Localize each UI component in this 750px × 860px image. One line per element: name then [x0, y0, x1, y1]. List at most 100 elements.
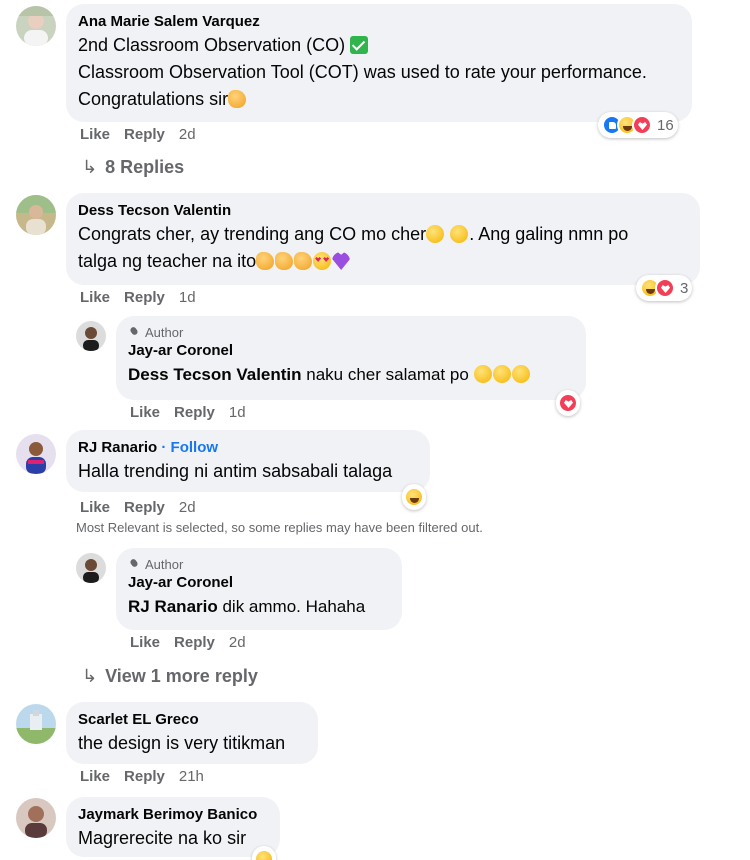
comment-actions: Like Reply 2d [80, 125, 210, 145]
reply-bubble: Author Jay-ar Coronel RJ Ranario dik amm… [116, 548, 402, 630]
comment-bubble: Dess Tecson Valentin Congrats cher, ay t… [66, 193, 700, 285]
comment-bubble: RJ Ranario · Follow Halla trending ni an… [66, 430, 430, 492]
purple-heart-emoji-icon [332, 252, 351, 270]
love-reaction-icon [632, 115, 652, 135]
clap-emoji-icon [228, 90, 247, 108]
like-button[interactable]: Like [80, 288, 110, 308]
clap-emoji-icon [294, 252, 313, 270]
reply-button[interactable]: Reply [124, 767, 165, 787]
author-badge-label: Author [145, 325, 184, 340]
author-badge-label: Author [145, 557, 184, 572]
reaction-summary[interactable]: 3 [636, 275, 693, 301]
check-icon [350, 36, 369, 54]
reply-time[interactable]: 2d [229, 633, 246, 653]
avatar-jayar[interactable] [76, 321, 106, 351]
reaction-count: 16 [657, 116, 674, 134]
author-mic-icon [128, 327, 140, 339]
comment-line: Congrats cher, ay trending ang CO mo che… [78, 224, 427, 244]
reply-button[interactable]: Reply [124, 498, 165, 518]
heart-eyes-emoji-icon [313, 252, 332, 270]
comment-actions: Like Reply 1d [80, 288, 210, 308]
clap-emoji-icon [275, 252, 294, 270]
haha-reaction-icon [404, 487, 424, 507]
grin-emoji-icon [426, 225, 445, 243]
reaction-summary[interactable] [556, 390, 580, 416]
grin-emoji-icon [473, 365, 492, 383]
avatar-jayar[interactable] [76, 553, 106, 583]
reply-button[interactable]: Reply [174, 403, 215, 423]
comment-author[interactable]: Ana Marie Salem Varquez [78, 12, 680, 32]
comment-text: Congratulations sir [78, 86, 680, 113]
comment-time[interactable]: 2d [179, 498, 196, 518]
comment-author[interactable]: Jaymark Berimoy Banico [78, 805, 268, 825]
comment-time[interactable]: 1d [179, 288, 196, 308]
reply-text: Dess Tecson Valentin naku cher salamat p… [128, 361, 574, 388]
comment-time[interactable]: 21h [179, 767, 204, 787]
like-button[interactable]: Like [80, 498, 110, 518]
avatar-dess[interactable] [16, 195, 56, 235]
like-button[interactable]: Like [80, 767, 110, 787]
comment-text: Halla trending ni antim sabsabali talaga [78, 461, 393, 481]
avatar-rj[interactable] [16, 434, 56, 474]
mention-tag[interactable]: Dess Tecson Valentin [128, 365, 302, 384]
reply-line: naku cher salamat po [301, 365, 474, 384]
haha-reaction-icon [254, 849, 274, 860]
mention-tag[interactable]: RJ Ranario [128, 597, 218, 616]
reaction-summary[interactable] [402, 484, 426, 510]
reply-text: RJ Ranario dik ammo. Hahaha [128, 593, 390, 620]
comment-actions: Like Reply 2d [80, 498, 210, 518]
follow-link[interactable]: · Follow [161, 439, 218, 456]
comment-bubble: Jaymark Berimoy Banico Magrerecite na ko… [66, 797, 280, 857]
comment-line: Classroom Observation Tool (COT) was use… [78, 62, 647, 82]
view-more-replies-link[interactable]: ↳ View 1 more reply [82, 664, 258, 688]
comment-line: Congratulations sir [78, 89, 229, 109]
like-button[interactable]: Like [130, 633, 160, 653]
reply-author[interactable]: Jay-ar Coronel [128, 341, 574, 361]
clap-emoji-icon [256, 252, 275, 270]
comment-time[interactable]: 2d [179, 125, 196, 145]
author-mic-icon [128, 559, 140, 571]
reply-button[interactable]: Reply [124, 125, 165, 145]
reply-arrow-icon: ↳ [82, 666, 98, 686]
comment-line: 2nd Classroom Observation (CO) [78, 35, 346, 55]
reply-arrow-icon: ↳ [82, 157, 98, 177]
view-more-label: View 1 more reply [105, 666, 258, 686]
comment-bubble: Scarlet EL Greco the design is very titi… [66, 702, 318, 764]
comment-bubble: Ana Marie Salem Varquez 2nd Classroom Ob… [66, 4, 692, 122]
reply-time[interactable]: 1d [229, 403, 246, 423]
author-badge: Author [128, 556, 390, 573]
avatar-ana[interactable] [16, 6, 56, 46]
grin-emoji-icon [492, 365, 511, 383]
view-replies-label: 8 Replies [105, 157, 185, 177]
like-button[interactable]: Like [80, 125, 110, 145]
comment-text: Congrats cher, ay trending ang CO mo che… [78, 221, 688, 248]
love-reaction-icon [655, 278, 675, 298]
reply-button[interactable]: Reply [174, 633, 215, 653]
comment-line: . Ang galing nmn po [469, 224, 629, 244]
comment-actions: Like Reply 21h [80, 767, 218, 787]
comment-line: talga ng teacher na ito [78, 251, 257, 271]
like-button[interactable]: Like [130, 403, 160, 423]
view-replies-link[interactable]: ↳ 8 Replies [82, 155, 184, 179]
comment-author[interactable]: Dess Tecson Valentin [78, 201, 688, 221]
reaction-count: 3 [680, 279, 689, 297]
reply-button[interactable]: Reply [124, 288, 165, 308]
love-reaction-icon [558, 393, 578, 413]
comment-text: the design is very titikman [78, 733, 286, 753]
comment-author[interactable]: RJ Ranario [78, 439, 157, 456]
grin-emoji-icon [450, 225, 469, 243]
grin-emoji-icon [511, 365, 530, 383]
author-badge: Author [128, 324, 574, 341]
reply-actions: Like Reply 2d [130, 633, 260, 653]
comment-text: 2nd Classroom Observation (CO) [78, 32, 680, 59]
reply-author[interactable]: Jay-ar Coronel [128, 573, 390, 593]
avatar-jaymark[interactable] [16, 798, 56, 838]
comment-author[interactable]: Scarlet EL Greco [78, 710, 306, 730]
comment-text: Magrerecite na ko sir [78, 828, 247, 848]
reply-line: dik ammo. Hahaha [217, 597, 366, 616]
reply-bubble: Author Jay-ar Coronel Dess Tecson Valent… [116, 316, 586, 400]
reaction-summary[interactable]: 16 [598, 112, 678, 138]
comment-text: talga ng teacher na ito [78, 248, 688, 275]
reply-actions: Like Reply 1d [130, 403, 260, 423]
avatar-scarlet[interactable] [16, 704, 56, 744]
